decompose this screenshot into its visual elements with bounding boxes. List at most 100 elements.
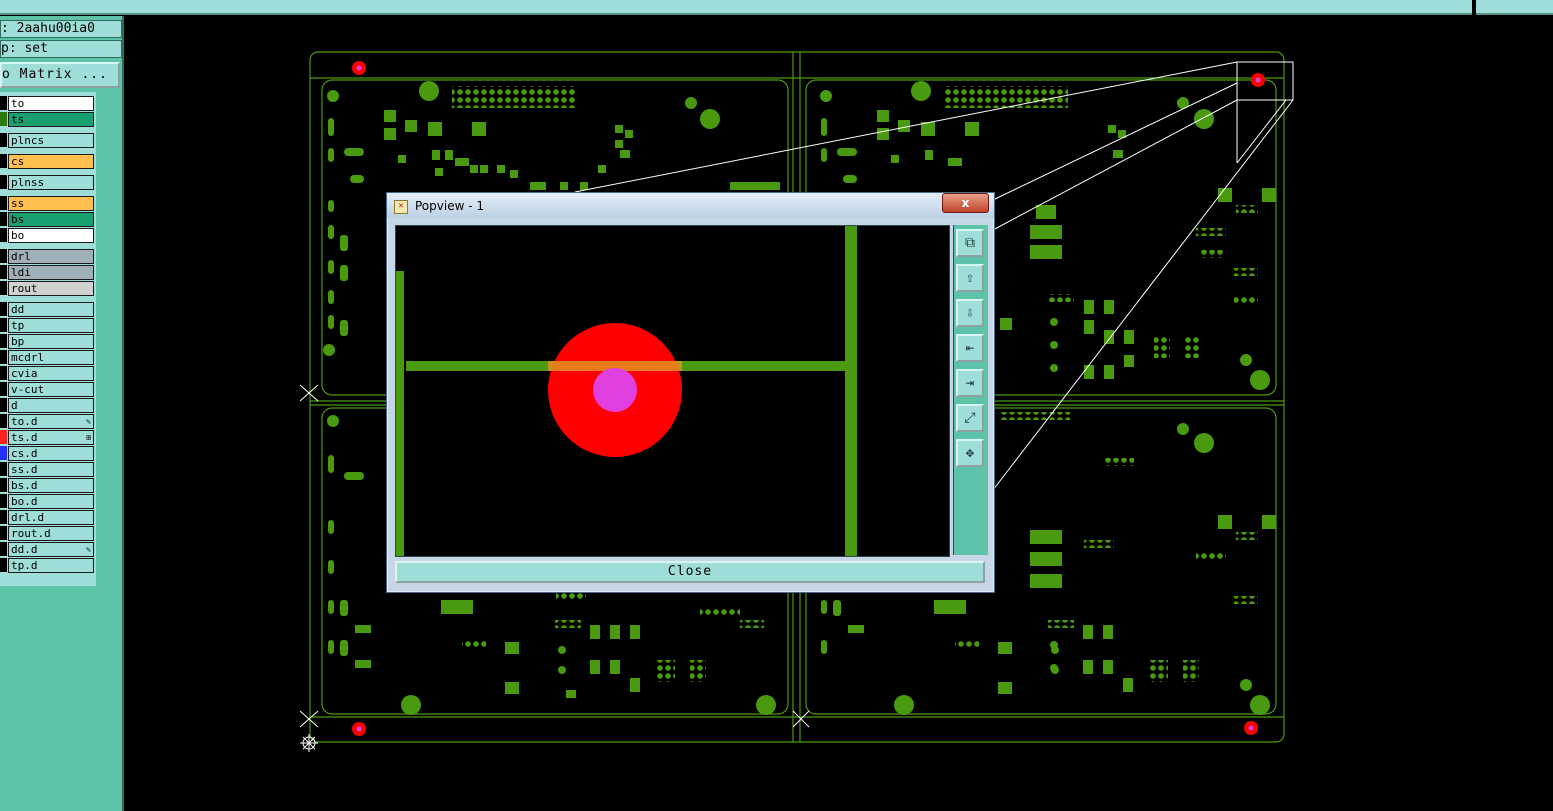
layer-item-to-d[interactable]: to.d ✎ bbox=[8, 414, 94, 429]
layer-color-swatch[interactable] bbox=[0, 334, 7, 348]
layer-color-swatch[interactable] bbox=[0, 154, 7, 168]
layer-item-cs-d[interactable]: cs.d bbox=[8, 446, 94, 461]
layer-color-swatch[interactable] bbox=[0, 281, 7, 295]
layer-color-swatch[interactable] bbox=[0, 228, 7, 242]
app-icon: ✕ bbox=[394, 200, 408, 214]
layer-item-bo-d[interactable]: bo.d bbox=[8, 494, 94, 509]
layer-name: rout bbox=[11, 282, 38, 295]
layer-item-tp-d[interactable]: tp.d bbox=[8, 558, 94, 573]
layer-color-swatch[interactable] bbox=[0, 175, 7, 189]
layer-color-swatch[interactable] bbox=[0, 302, 7, 316]
layer-color-swatch[interactable] bbox=[0, 318, 7, 332]
layer-item-cs[interactable]: cs bbox=[8, 154, 94, 169]
layer-item-bp[interactable]: bp bbox=[8, 334, 94, 349]
layer-name: rout.d bbox=[11, 527, 51, 540]
fit-screen-icon[interactable]: ⤢ bbox=[956, 404, 984, 432]
layer-item-rout-d[interactable]: rout.d bbox=[8, 526, 94, 541]
layer-item-v-cut[interactable]: v-cut bbox=[8, 382, 94, 397]
window-close-button[interactable]: x bbox=[942, 193, 989, 213]
layer-item-bo[interactable]: bo bbox=[8, 228, 94, 243]
layer-name: dd.d bbox=[11, 543, 38, 556]
popview-titlebar[interactable]: ✕ Popview - 1 x bbox=[387, 193, 994, 218]
layer-item-ss[interactable]: ss bbox=[8, 196, 94, 211]
popview-title: Popview - 1 bbox=[415, 199, 484, 213]
close-button[interactable]: Close bbox=[395, 561, 985, 583]
layer-item-bs[interactable]: bs bbox=[8, 212, 94, 227]
layer-name: bs bbox=[11, 213, 25, 226]
layer-name: bp bbox=[11, 335, 25, 348]
layer-item-ts-d[interactable]: ts.d ⊞ bbox=[8, 430, 94, 445]
layer-name: to.d bbox=[11, 415, 38, 428]
layer-item-ss-d[interactable]: ss.d bbox=[8, 462, 94, 477]
layer-name: d bbox=[11, 399, 18, 412]
layer-item-drl-d[interactable]: drl.d bbox=[8, 510, 94, 525]
layer-item-d[interactable]: d bbox=[8, 398, 94, 413]
layer-color-swatch[interactable] bbox=[0, 212, 7, 226]
layer-item-tp[interactable]: tp bbox=[8, 318, 94, 333]
layer-item-mcdrl[interactable]: mcdrl bbox=[8, 350, 94, 365]
layer-color-swatch[interactable] bbox=[0, 196, 7, 210]
zoom-in-icon[interactable]: ⇧ bbox=[956, 264, 984, 292]
layer-color-swatch[interactable] bbox=[0, 446, 7, 460]
layer-name: bs.d bbox=[11, 479, 38, 492]
layer-color-swatch[interactable] bbox=[0, 350, 7, 364]
zoom-window-icon[interactable]: ⧉ bbox=[956, 229, 984, 257]
panel-divider[interactable] bbox=[122, 16, 124, 811]
job-name-label: : 2aahu00ia0 bbox=[0, 20, 122, 38]
layer-color-swatch[interactable] bbox=[0, 414, 7, 428]
layer-item-cvia[interactable]: cvia bbox=[8, 366, 94, 381]
pan-left-icon[interactable]: ⇤ bbox=[956, 334, 984, 362]
layer-item-dd[interactable]: dd bbox=[8, 302, 94, 317]
layer-color-swatch[interactable] bbox=[0, 112, 7, 126]
layer-item-ts[interactable]: ts bbox=[8, 112, 94, 127]
layer-item-rout[interactable]: rout bbox=[8, 281, 94, 296]
layer-color-swatch[interactable] bbox=[0, 382, 7, 396]
layer-name: plncs bbox=[11, 134, 45, 147]
layer-mark-icon: ✎ bbox=[86, 417, 91, 426]
layer-name: drl.d bbox=[11, 511, 45, 524]
layer-color-swatch[interactable] bbox=[0, 542, 7, 556]
layer-color-swatch[interactable] bbox=[0, 510, 7, 524]
layer-color-swatch[interactable] bbox=[0, 398, 7, 412]
layer-item-drl[interactable]: drl bbox=[8, 249, 94, 264]
layer-name: bo.d bbox=[11, 495, 38, 508]
layer-color-swatch[interactable] bbox=[0, 249, 7, 263]
layer-item-plncs[interactable]: plncs bbox=[8, 133, 94, 148]
layer-name: cvia bbox=[11, 367, 38, 380]
layer-color-swatch[interactable] bbox=[0, 558, 7, 572]
layer-color-swatch[interactable] bbox=[0, 478, 7, 492]
layer-name: dd bbox=[11, 303, 25, 316]
pan-right-icon[interactable]: ⇥ bbox=[956, 369, 984, 397]
layer-color-swatch[interactable] bbox=[0, 430, 7, 444]
layer-name: ts bbox=[11, 113, 25, 126]
layer-name: tp bbox=[11, 319, 25, 332]
layer-color-swatch[interactable] bbox=[0, 366, 7, 380]
step-name-label: p: set bbox=[0, 40, 122, 58]
layer-name: plnss bbox=[11, 176, 45, 189]
layer-color-swatch[interactable] bbox=[0, 265, 7, 279]
popview-dialog: ✕ Popview - 1 x ⧉ ⇧ ⇩ ⇤ ⇥ ⤢ ✥ Close bbox=[386, 192, 995, 593]
layer-color-swatch[interactable] bbox=[0, 133, 7, 147]
layer-color-swatch[interactable] bbox=[0, 462, 7, 476]
layer-color-swatch[interactable] bbox=[0, 526, 7, 540]
layer-list: to ts plncs cs plnss ss bs bo drl ldi rout dd tp bp mc… bbox=[0, 92, 96, 586]
layer-mark-icon: ✎ bbox=[86, 545, 91, 554]
layer-item-dd-d[interactable]: dd.d ✎ bbox=[8, 542, 94, 557]
layer-name: bo bbox=[11, 229, 25, 242]
layer-item-to[interactable]: to bbox=[8, 96, 94, 111]
zoom-out-icon[interactable]: ⇩ bbox=[956, 299, 984, 327]
layer-name: drl bbox=[11, 250, 31, 263]
popview-canvas[interactable] bbox=[395, 225, 950, 557]
layer-name: ts.d bbox=[11, 431, 38, 444]
layer-item-plnss[interactable]: plnss bbox=[8, 175, 94, 190]
matrix-button[interactable]: o Matrix ... bbox=[0, 62, 120, 88]
layer-item-ldi[interactable]: ldi bbox=[8, 265, 94, 280]
layer-item-bs-d[interactable]: bs.d bbox=[8, 478, 94, 493]
layer-name: tp.d bbox=[11, 559, 38, 572]
layer-name: ss bbox=[11, 197, 25, 210]
layer-color-swatch[interactable] bbox=[0, 494, 7, 508]
zoom-home-icon[interactable]: ✥ bbox=[956, 439, 984, 467]
layer-name: ss.d bbox=[11, 463, 38, 476]
layer-name: mcdrl bbox=[11, 351, 45, 364]
layer-color-swatch[interactable] bbox=[0, 96, 7, 110]
